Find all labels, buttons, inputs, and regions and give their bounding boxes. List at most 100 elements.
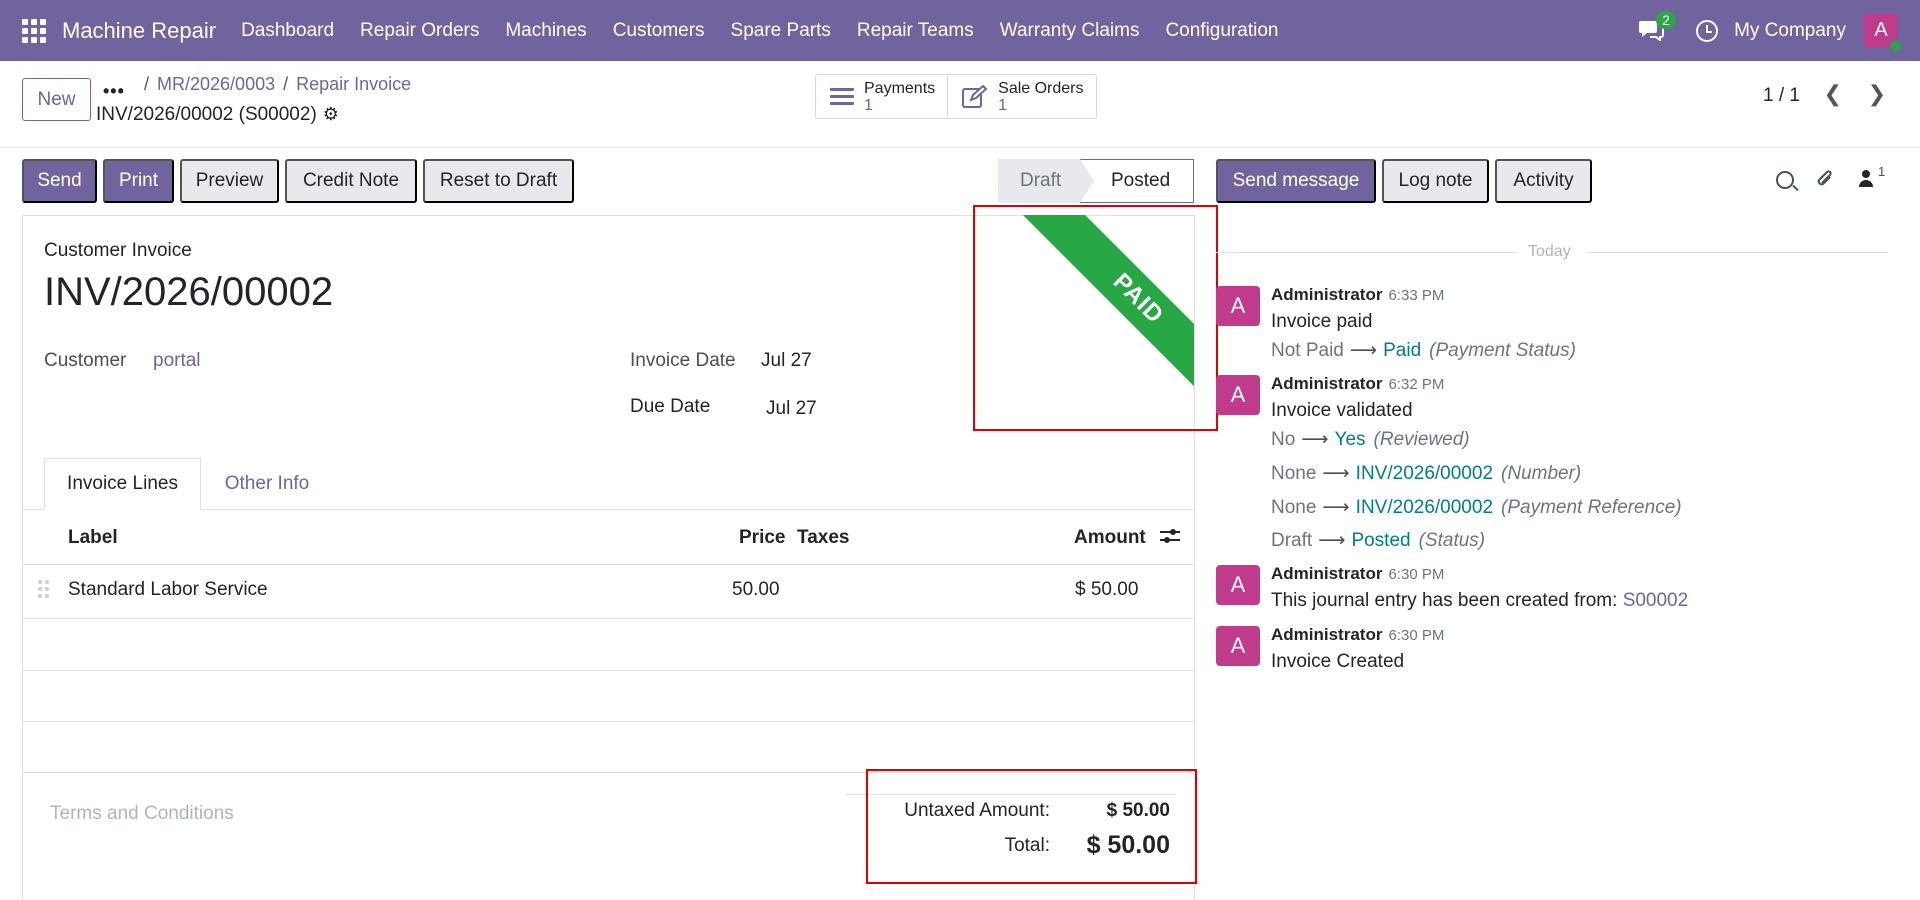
drag-handle-icon[interactable] bbox=[38, 580, 50, 600]
message-time: 6:33 PM bbox=[1388, 287, 1445, 304]
line-label[interactable]: Standard Labor Service bbox=[68, 579, 268, 601]
tracking-value: Not Paid ⟶ Paid (Payment Status) bbox=[1271, 339, 1576, 362]
tracking-value: Draft ⟶ Posted (Status) bbox=[1271, 529, 1485, 552]
menu-customers[interactable]: Customers bbox=[600, 20, 718, 42]
tracking-old-value: Draft bbox=[1271, 530, 1313, 551]
tab-other-info[interactable]: Other Info bbox=[201, 458, 333, 510]
optional-columns-icon[interactable] bbox=[1160, 527, 1180, 551]
navbar-systray: 2 My Company A bbox=[1638, 0, 1920, 61]
send-button[interactable]: Send bbox=[22, 159, 97, 203]
print-button[interactable]: Print bbox=[103, 159, 174, 203]
message-time: 6:30 PM bbox=[1388, 627, 1445, 644]
breadcrumb-repair-invoice[interactable]: Repair Invoice bbox=[296, 74, 411, 94]
tracking-value: No ⟶ Yes (Reviewed) bbox=[1271, 428, 1470, 451]
gear-icon[interactable]: ⚙ bbox=[323, 104, 339, 125]
send-message-button[interactable]: Send message bbox=[1216, 159, 1376, 203]
tracking-new-value: Paid bbox=[1383, 340, 1422, 361]
menu-dashboard[interactable]: Dashboard bbox=[228, 20, 347, 42]
company-switcher[interactable]: My Company bbox=[1734, 20, 1846, 42]
arrow-right-icon: ⟶ bbox=[1322, 497, 1350, 518]
source-order-link[interactable]: S00002 bbox=[1623, 590, 1689, 611]
message-author-name[interactable]: Administrator bbox=[1271, 374, 1382, 393]
top-navbar: Machine Repair Dashboard Repair Orders M… bbox=[0, 0, 1920, 61]
breadcrumb-separator: / bbox=[283, 74, 289, 94]
customer-field[interactable]: portal bbox=[153, 350, 201, 372]
menu-machines[interactable]: Machines bbox=[492, 20, 599, 42]
highlight-box-ribbon bbox=[973, 205, 1218, 431]
status-draft[interactable]: Draft bbox=[998, 159, 1094, 203]
tracking-old-value: None bbox=[1271, 463, 1317, 484]
table-divider bbox=[23, 721, 1194, 722]
message-author-name[interactable]: Administrator bbox=[1271, 564, 1382, 583]
chevron-left-icon[interactable]: ❮ bbox=[1824, 81, 1842, 107]
online-status-dot bbox=[1889, 38, 1903, 53]
table-divider bbox=[23, 618, 1194, 619]
column-amount[interactable]: Amount bbox=[1074, 527, 1146, 549]
invoice-date-field[interactable]: Jul 27 bbox=[761, 350, 812, 372]
user-avatar-initial: A bbox=[1874, 19, 1888, 41]
more-actions-icon[interactable]: ••• bbox=[103, 81, 125, 102]
message-author[interactable]: Administrator 6:30 PM bbox=[1271, 564, 1444, 584]
column-label[interactable]: Label bbox=[68, 527, 118, 549]
followers-count: 1 bbox=[1878, 164, 1886, 179]
user-avatar[interactable]: A bbox=[1864, 13, 1903, 53]
column-price[interactable]: Price bbox=[739, 527, 785, 549]
tracking-field: (Reviewed) bbox=[1373, 429, 1470, 450]
menu-configuration[interactable]: Configuration bbox=[1152, 20, 1291, 42]
chevron-right-icon[interactable]: ❯ bbox=[1868, 81, 1886, 107]
message-body: Invoice validated bbox=[1271, 400, 1413, 421]
message-time: 6:30 PM bbox=[1388, 566, 1445, 583]
log-note-button[interactable]: Log note bbox=[1382, 159, 1489, 203]
column-taxes[interactable]: Taxes bbox=[797, 527, 849, 549]
message-author[interactable]: Administrator 6:33 PM bbox=[1271, 285, 1444, 305]
terms-and-conditions-field[interactable]: Terms and Conditions bbox=[50, 803, 234, 825]
apps-grid-icon[interactable] bbox=[22, 18, 46, 43]
message-author[interactable]: Administrator 6:32 PM bbox=[1271, 374, 1444, 394]
notebook-tabs: Invoice Lines Other Info bbox=[22, 458, 1195, 510]
menu-repair-orders[interactable]: Repair Orders bbox=[347, 20, 492, 42]
tab-invoice-lines[interactable]: Invoice Lines bbox=[44, 458, 201, 510]
menu-repair-teams[interactable]: Repair Teams bbox=[844, 20, 987, 42]
message-avatar[interactable]: A bbox=[1216, 626, 1260, 666]
message-avatar[interactable]: A bbox=[1216, 286, 1260, 326]
message-author-name[interactable]: Administrator bbox=[1271, 285, 1382, 304]
tracking-value: None ⟶ INV/2026/00002 (Number) bbox=[1271, 462, 1581, 485]
tracking-old-value: No bbox=[1271, 429, 1296, 450]
line-amount: $ 50.00 bbox=[1075, 579, 1139, 600]
today-divider bbox=[1588, 252, 1888, 253]
tracking-field: (Payment Reference) bbox=[1501, 497, 1682, 518]
arrow-right-icon: ⟶ bbox=[1301, 429, 1329, 450]
breadcrumb-repair-order[interactable]: MR/2026/0003 bbox=[157, 74, 275, 94]
pager-value[interactable]: 1 / 1 bbox=[1763, 85, 1800, 107]
payments-smart-button[interactable]: Payments 1 bbox=[816, 75, 947, 118]
menu-spare-parts[interactable]: Spare Parts bbox=[718, 20, 844, 42]
app-name[interactable]: Machine Repair bbox=[62, 18, 216, 44]
chat-icon[interactable]: 2 bbox=[1638, 10, 1676, 43]
message-avatar[interactable]: A bbox=[1216, 565, 1260, 605]
message-author[interactable]: Administrator 6:30 PM bbox=[1271, 625, 1444, 645]
reset-to-draft-button[interactable]: Reset to Draft bbox=[423, 159, 574, 203]
due-date-label: Due Date bbox=[630, 396, 711, 417]
tracking-field: (Payment Status) bbox=[1429, 340, 1576, 361]
edit-icon bbox=[962, 84, 988, 109]
line-price[interactable]: 50.00 bbox=[732, 579, 780, 601]
sale-orders-count: 1 bbox=[998, 96, 1008, 114]
message-author-name[interactable]: Administrator bbox=[1271, 625, 1382, 644]
sale-orders-smart-button[interactable]: Sale Orders 1 bbox=[947, 75, 1095, 118]
activity-button[interactable]: Activity bbox=[1495, 159, 1592, 203]
activity-clock-icon[interactable] bbox=[1696, 19, 1719, 42]
credit-note-button[interactable]: Credit Note bbox=[285, 159, 417, 203]
arrow-right-icon: ⟶ bbox=[1318, 530, 1346, 551]
status-posted[interactable]: Posted bbox=[1080, 159, 1194, 203]
preview-button[interactable]: Preview bbox=[180, 159, 279, 203]
paperclip-icon[interactable] bbox=[1815, 168, 1835, 196]
menu-warranty-claims[interactable]: Warranty Claims bbox=[987, 20, 1153, 42]
message-avatar[interactable]: A bbox=[1216, 375, 1260, 415]
sale-orders-label: Sale Orders bbox=[998, 79, 1084, 97]
due-date-field[interactable]: Jul 27 bbox=[766, 398, 817, 420]
table-divider bbox=[23, 564, 1194, 565]
followers-icon[interactable]: 1 bbox=[1858, 164, 1885, 194]
new-button[interactable]: New bbox=[22, 78, 91, 121]
message-body-text: This journal entry has been created from… bbox=[1271, 590, 1618, 611]
search-icon[interactable] bbox=[1776, 171, 1794, 189]
